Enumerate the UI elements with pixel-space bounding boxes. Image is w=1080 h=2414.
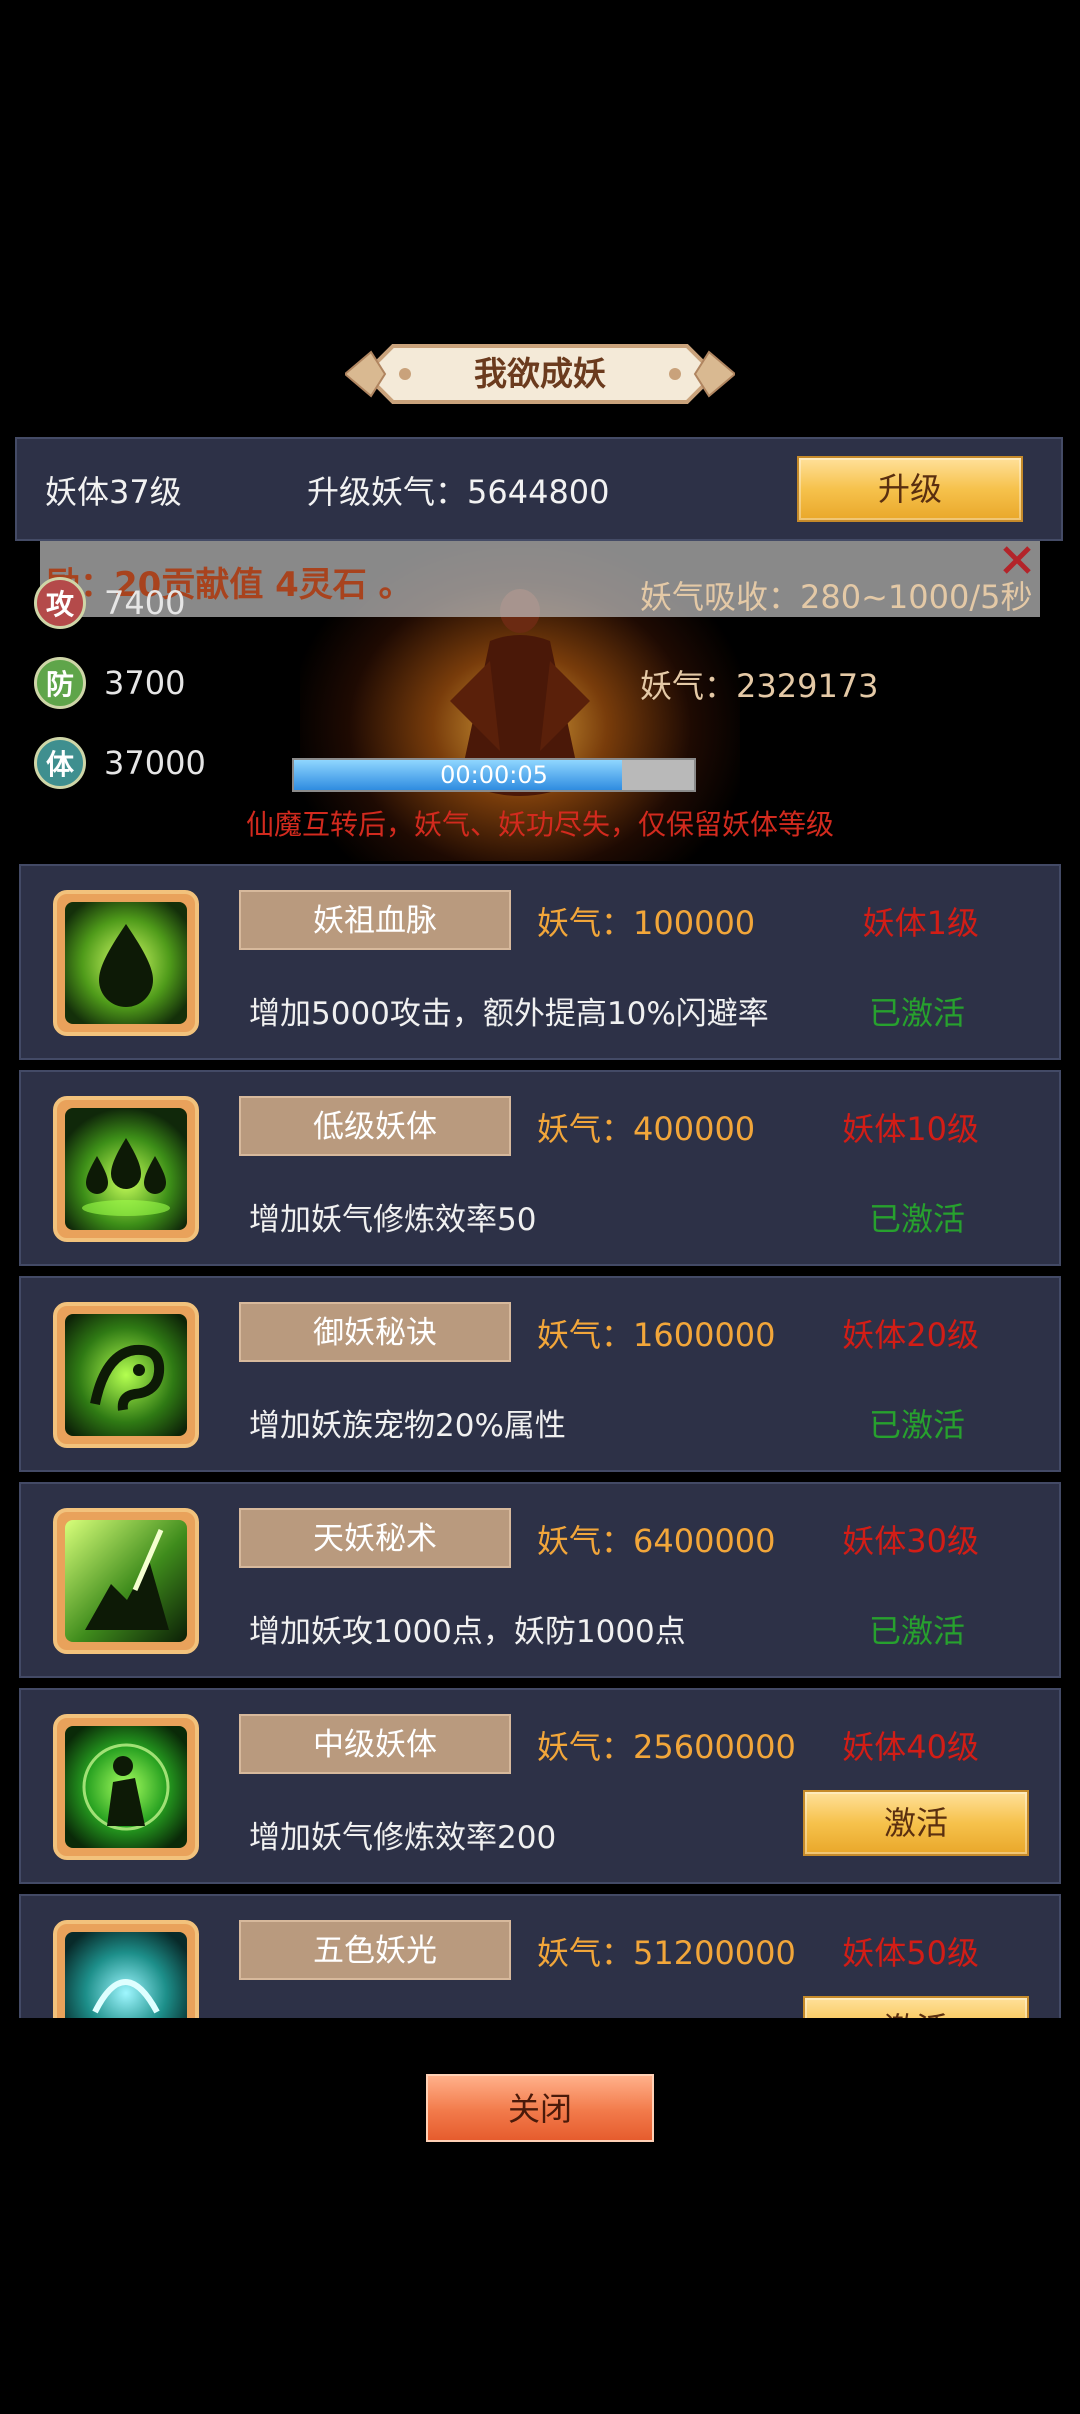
title-banner: 我欲成妖 (345, 334, 735, 414)
defense-badge-icon: 防 (34, 657, 86, 709)
absorb-rate: 妖气吸收：280~1000/5秒 (640, 578, 1033, 616)
attack-value: 7400 (104, 584, 186, 622)
skill-name: 妖祖血脉 (239, 890, 511, 950)
skill-drop-icon (53, 890, 199, 1036)
skill-triple-drop-icon (53, 1096, 199, 1242)
skill-requirement: 妖体50级 (842, 1934, 979, 1972)
skill-requirement: 妖体40级 (842, 1728, 979, 1766)
warning-text: 仙魔互转后，妖气、妖功尽失，仅保留妖体等级 (245, 808, 834, 841)
page-title: 我欲成妖 (474, 354, 606, 393)
skill-description: 增加5000攻击，额外提高10%闪避率 (249, 996, 769, 1032)
upgrade-cost: 升级妖气：5644800 (307, 473, 610, 511)
close-button[interactable]: 关闭 (426, 2074, 654, 2142)
level-bar: 妖体37级 升级妖气：5644800 升级 (15, 437, 1063, 541)
skill-row: 天妖秘术 妖气：6400000 妖体30级 增加妖攻1000点，妖防1000点 … (19, 1482, 1061, 1678)
attack-badge-icon: 攻 (34, 577, 86, 629)
skill-status: 已激活 (868, 1200, 965, 1238)
skill-cost: 妖气：1600000 (537, 1316, 776, 1354)
upgrade-button[interactable]: 升级 (797, 456, 1023, 522)
skill-silhouette-icon (53, 1714, 199, 1860)
skill-status: 已激活 (868, 1612, 965, 1650)
body-badge-icon: 体 (34, 737, 86, 789)
skill-row: 妖祖血脉 妖气：100000 妖体1级 增加5000攻击，额外提高10%闪避率 … (19, 864, 1061, 1060)
skill-shadow-icon (53, 1508, 199, 1654)
skill-requirement: 妖体1级 (862, 904, 979, 942)
skill-row: 五色妖光 妖气：51200000 妖体50级 激活 (19, 1894, 1061, 2018)
skill-name: 御妖秘诀 (239, 1302, 511, 1362)
stat-defense: 防 3700 (34, 655, 185, 711)
skill-requirement: 妖体20级 (842, 1316, 979, 1354)
skill-status: 已激活 (868, 994, 965, 1032)
skill-cost: 妖气：100000 (537, 904, 756, 942)
current-level: 妖体37级 (45, 473, 182, 511)
skill-cost: 妖气：400000 (537, 1110, 756, 1148)
skill-list[interactable]: 妖祖血脉 妖气：100000 妖体1级 增加5000攻击，额外提高10%闪避率 … (0, 862, 1080, 2018)
skill-name: 低级妖体 (239, 1096, 511, 1156)
skill-description: 增加妖族宠物20%属性 (249, 1408, 566, 1444)
skill-row: 御妖秘诀 妖气：1600000 妖体20级 增加妖族宠物20%属性 已激活 (19, 1276, 1061, 1472)
skill-requirement: 妖体30级 (842, 1522, 979, 1560)
skill-row: 低级妖体 妖气：400000 妖体10级 增加妖气修炼效率50 已激活 (19, 1070, 1061, 1266)
skill-name: 五色妖光 (239, 1920, 511, 1980)
skill-cost: 妖气：51200000 (537, 1934, 796, 1972)
skill-spirit-icon (53, 1920, 199, 2018)
body-value: 37000 (104, 744, 206, 782)
skill-description: 增加妖攻1000点，妖防1000点 (249, 1614, 686, 1650)
skill-name: 天妖秘术 (239, 1508, 511, 1568)
skill-row: 中级妖体 妖气：25600000 妖体40级 增加妖气修炼效率200 激活 (19, 1688, 1061, 1884)
skill-cost: 妖气：25600000 (537, 1728, 796, 1766)
energy-amount: 妖气：2329173 (640, 667, 879, 705)
defense-value: 3700 (104, 664, 186, 702)
activate-button[interactable]: 激活 (803, 1790, 1029, 1856)
absorb-progress: 00:00:05 (292, 758, 696, 792)
skill-beast-icon (53, 1302, 199, 1448)
skill-description: 增加妖气修炼效率50 (249, 1202, 537, 1238)
stat-body: 体 37000 (34, 735, 206, 791)
activate-button[interactable]: 激活 (803, 1996, 1029, 2018)
skill-name: 中级妖体 (239, 1714, 511, 1774)
stat-attack: 攻 7400 (34, 575, 185, 631)
skill-requirement: 妖体10级 (842, 1110, 979, 1148)
progress-time: 00:00:05 (440, 761, 548, 789)
character-stage: 励：20贡献值 4灵石 。 攻 7400 防 3700 体 37000 妖气吸收… (0, 541, 1080, 861)
skill-description: 增加妖气修炼效率200 (249, 1820, 557, 1856)
skill-status: 已激活 (868, 1406, 965, 1444)
skill-cost: 妖气：6400000 (537, 1522, 776, 1560)
